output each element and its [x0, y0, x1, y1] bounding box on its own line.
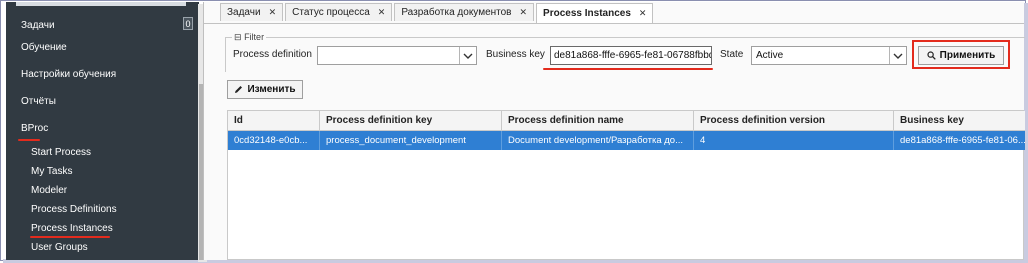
annotation-underline-bproc — [18, 139, 40, 141]
tab-bar-divider — [204, 23, 1024, 24]
tab-tasks[interactable]: Задачи ✕ — [220, 3, 284, 21]
tab-bar: Задачи ✕ Статус процесса ✕ Разработка до… — [220, 3, 655, 23]
table-row[interactable]: 0cd32148-e0cb... process_document_develo… — [228, 131, 1025, 150]
annotation-underline-process-instances — [30, 236, 110, 238]
sidebar-item-modeler[interactable]: Modeler — [31, 185, 67, 196]
cell-id[interactable]: 0cd32148-e0cb... — [228, 131, 320, 150]
sidebar-item-tasks[interactable]: Задачи — [21, 20, 55, 31]
process-instances-table: Id Process definition key Process defini… — [227, 110, 1025, 260]
table-header: Id Process definition key Process defini… — [228, 111, 1025, 131]
business-key-input[interactable]: de81a868-fffe-6965-fe81-06788fbbd — [550, 46, 712, 65]
business-key-label: Business key — [486, 49, 545, 60]
sidebar: Задачи 0 Обучение Настройки обучения Отч… — [6, 2, 207, 262]
column-header-definition-name[interactable]: Process definition name — [502, 111, 694, 130]
state-select[interactable]: Active — [751, 46, 907, 65]
sidebar-item-process-definitions[interactable]: Process Definitions — [31, 204, 117, 215]
main-panel: Задачи ✕ Статус процесса ✕ Разработка до… — [203, 2, 1025, 260]
column-header-definition-key[interactable]: Process definition key — [320, 111, 502, 130]
filter-legend[interactable]: ⊟ Filter — [232, 32, 267, 43]
column-header-id[interactable]: Id — [228, 111, 320, 130]
sidebar-item-user-groups[interactable]: User Groups — [31, 242, 88, 253]
search-icon — [927, 51, 936, 60]
cell-definition-name[interactable]: Document development/Разработка до... — [502, 131, 694, 150]
cell-definition-version[interactable]: 4 — [694, 131, 894, 150]
close-icon[interactable]: ✕ — [639, 8, 647, 19]
tab-label: Статус процесса — [292, 7, 370, 18]
chevron-down-icon[interactable] — [459, 47, 476, 64]
column-header-definition-version[interactable]: Process definition version — [694, 111, 894, 130]
column-header-business-key[interactable]: Business key — [894, 111, 1025, 130]
close-icon[interactable]: ✕ — [520, 7, 528, 18]
sidebar-item-training-settings[interactable]: Настройки обучения — [21, 69, 116, 80]
apply-button[interactable]: Применить — [918, 46, 1004, 65]
close-icon[interactable]: ✕ — [378, 7, 386, 18]
tab-document-development[interactable]: Разработка документов ✕ — [394, 3, 535, 21]
cell-business-key[interactable]: de81a868-fffe-6965-fe81-06... — [894, 131, 1025, 150]
pencil-icon — [235, 86, 243, 93]
edit-button-label: Изменить — [247, 84, 296, 95]
collapse-icon[interactable]: ⊟ — [234, 32, 242, 42]
process-definition-label: Process definition — [233, 49, 312, 60]
tab-label: Разработка документов — [401, 7, 512, 18]
tab-process-status[interactable]: Статус процесса ✕ — [285, 3, 393, 21]
tab-label: Задачи — [227, 7, 261, 18]
annotation-underline-business-key — [543, 68, 713, 70]
sidebar-item-training[interactable]: Обучение — [21, 42, 67, 53]
process-definition-select[interactable] — [317, 46, 477, 65]
cell-definition-key[interactable]: process_document_development — [320, 131, 502, 150]
sidebar-item-reports[interactable]: Отчёты — [21, 96, 56, 107]
sidebar-item-process-instances[interactable]: Process Instances — [31, 223, 113, 234]
state-label: State — [720, 49, 744, 60]
chevron-down-icon[interactable] — [889, 47, 906, 64]
edit-button[interactable]: Изменить — [227, 80, 303, 99]
sidebar-item-start-process[interactable]: Start Process — [31, 147, 91, 158]
sidebar-top-strip — [16, 2, 186, 6]
tasks-count-badge: 0 — [183, 17, 193, 30]
sidebar-item-bproc[interactable]: BProc — [21, 123, 48, 134]
state-value: Active — [756, 50, 784, 61]
tab-process-instances[interactable]: Process Instances ✕ — [536, 3, 654, 23]
tab-label: Process Instances — [543, 8, 631, 19]
close-icon[interactable]: ✕ — [269, 7, 277, 18]
sidebar-item-my-tasks[interactable]: My Tasks — [31, 166, 73, 177]
apply-button-label: Применить — [939, 50, 996, 61]
filter-legend-label: Filter — [244, 32, 265, 42]
